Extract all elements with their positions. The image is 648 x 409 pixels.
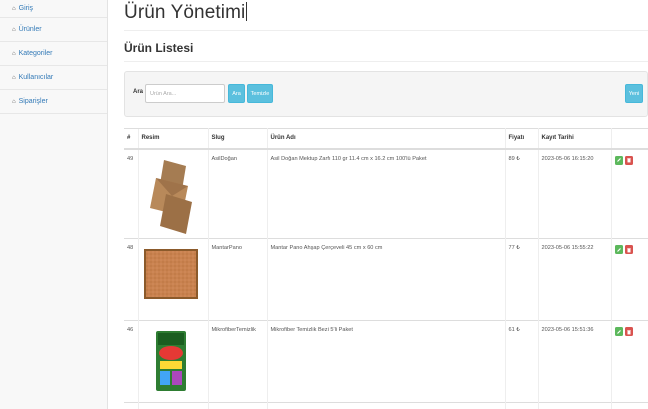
search-panel: Ara Ara Temizle Yeni (124, 71, 648, 117)
cell-id (124, 402, 138, 409)
cell-actions (611, 320, 648, 403)
new-product-button[interactable]: Yeni (625, 84, 643, 103)
cell-price: 77 ₺ (505, 238, 539, 321)
cell-image (137, 238, 209, 321)
table-header-row: # Resim Slug Ürün Adı Fiyatı Kayıt Tarih… (124, 128, 648, 150)
main-content: Ürün Yönetimi Ürün Listesi Ara Ara Temiz… (108, 0, 648, 409)
col-header-actions (611, 128, 648, 150)
delete-button[interactable] (624, 155, 633, 165)
edit-button[interactable] (614, 245, 623, 254)
cell-date: 2023-05-06 16:15:20 (538, 148, 612, 239)
envelope-image (149, 159, 192, 234)
pencil-icon (616, 329, 621, 334)
search-input[interactable] (145, 84, 225, 103)
home-icon: ⌂ (12, 74, 16, 81)
pencil-icon (616, 247, 621, 252)
home-icon: ⌂ (12, 98, 16, 105)
trash-icon (626, 158, 631, 163)
home-icon: ⌂ (12, 5, 16, 12)
text-cursor (246, 2, 248, 21)
cell-slug: MantarPano (208, 238, 268, 321)
microfiber-cloth-image (155, 331, 186, 391)
cell-price: 61 ₺ (505, 320, 539, 403)
cell-id: 46 (124, 320, 138, 403)
table-row: 46 MikrofiberTemizlik Mikrofiber Temizli… (124, 320, 648, 403)
sidebar-item-label: Kullanıcılar (18, 74, 54, 81)
home-icon: ⌂ (12, 26, 16, 33)
delete-button[interactable] (624, 327, 633, 336)
cell-price (505, 402, 539, 409)
sidebar-item-label: Giriş (18, 5, 34, 12)
table-row: 48 MantarPano Mantar Pano Ahşap Çerçevel… (124, 238, 648, 321)
cell-actions (611, 238, 648, 321)
col-header-date: Kayıt Tarihi (538, 128, 612, 150)
cell-date (538, 402, 612, 409)
home-icon: ⌂ (12, 50, 16, 57)
table-row (124, 402, 648, 409)
cell-id: 48 (124, 238, 138, 321)
sidebar-item-kategoriler[interactable]: ⌂ Kategoriler (0, 42, 107, 66)
sidebar-item-giris[interactable]: ⌂ Giriş (0, 0, 107, 18)
cell-actions (611, 148, 648, 239)
col-header-name: Ürün Adı (267, 128, 506, 150)
product-table: # Resim Slug Ürün Adı Fiyatı Kayıt Tarih… (124, 128, 648, 409)
trash-icon (626, 247, 631, 252)
cell-name: Mikrofiber Temizlik Bezi 5'li Paket (267, 320, 506, 403)
cell-id: 49 (124, 148, 138, 239)
cell-name: Asil Doğan Mektup Zarfı 110 gr 11.4 cm x… (267, 148, 506, 239)
cell-date: 2023-05-06 15:51:36 (538, 320, 612, 403)
sidebar: ⌂ Giriş ⌂ Ürünler ⌂ Kategoriler ⌂ Kullan… (0, 0, 108, 409)
cell-image (137, 148, 209, 239)
col-header-price: Fiyatı (505, 128, 539, 150)
cell-slug: MikrofiberTemizlik (208, 320, 268, 403)
edit-button[interactable] (614, 155, 623, 165)
cell-price: 89 ₺ (505, 148, 539, 239)
cell-date: 2023-05-06 15:55:22 (538, 238, 612, 321)
col-header-image: Resim (137, 128, 209, 150)
sidebar-item-label: Ürünler (18, 26, 42, 33)
cell-name (267, 402, 506, 409)
cell-actions (611, 402, 648, 409)
col-header-id: # (124, 128, 138, 150)
cell-slug (208, 402, 268, 409)
table-row: 49 AsilDoğan Asil Doğan Mektup Zarfı 110… (124, 148, 648, 239)
sidebar-item-label: Siparişler (18, 98, 48, 105)
col-header-slug: Slug (208, 128, 268, 150)
cell-image (137, 320, 209, 403)
section-divider (124, 61, 648, 62)
page-title: Ürün Yönetimi (124, 2, 248, 23)
sidebar-item-label: Kategoriler (18, 50, 53, 57)
cell-image (137, 402, 209, 409)
cork-board-image (143, 249, 198, 299)
edit-button[interactable] (614, 327, 623, 336)
sidebar-item-siparisler[interactable]: ⌂ Siparişler (0, 90, 107, 114)
cell-name: Mantar Pano Ahşap Çerçeveli 45 cm x 60 c… (267, 238, 506, 321)
clear-button[interactable]: Temizle (247, 84, 273, 103)
trash-icon (626, 329, 631, 334)
sidebar-item-kullanicilar[interactable]: ⌂ Kullanıcılar (0, 66, 107, 90)
sidebar-item-urunler[interactable]: ⌂ Ürünler (0, 18, 107, 42)
title-divider (124, 30, 648, 31)
search-label: Ara (133, 89, 144, 95)
pencil-icon (616, 158, 621, 162)
search-button[interactable]: Ara (228, 84, 245, 103)
section-title: Ürün Listesi (124, 41, 194, 55)
delete-button[interactable] (624, 245, 633, 254)
cell-slug: AsilDoğan (208, 148, 268, 239)
